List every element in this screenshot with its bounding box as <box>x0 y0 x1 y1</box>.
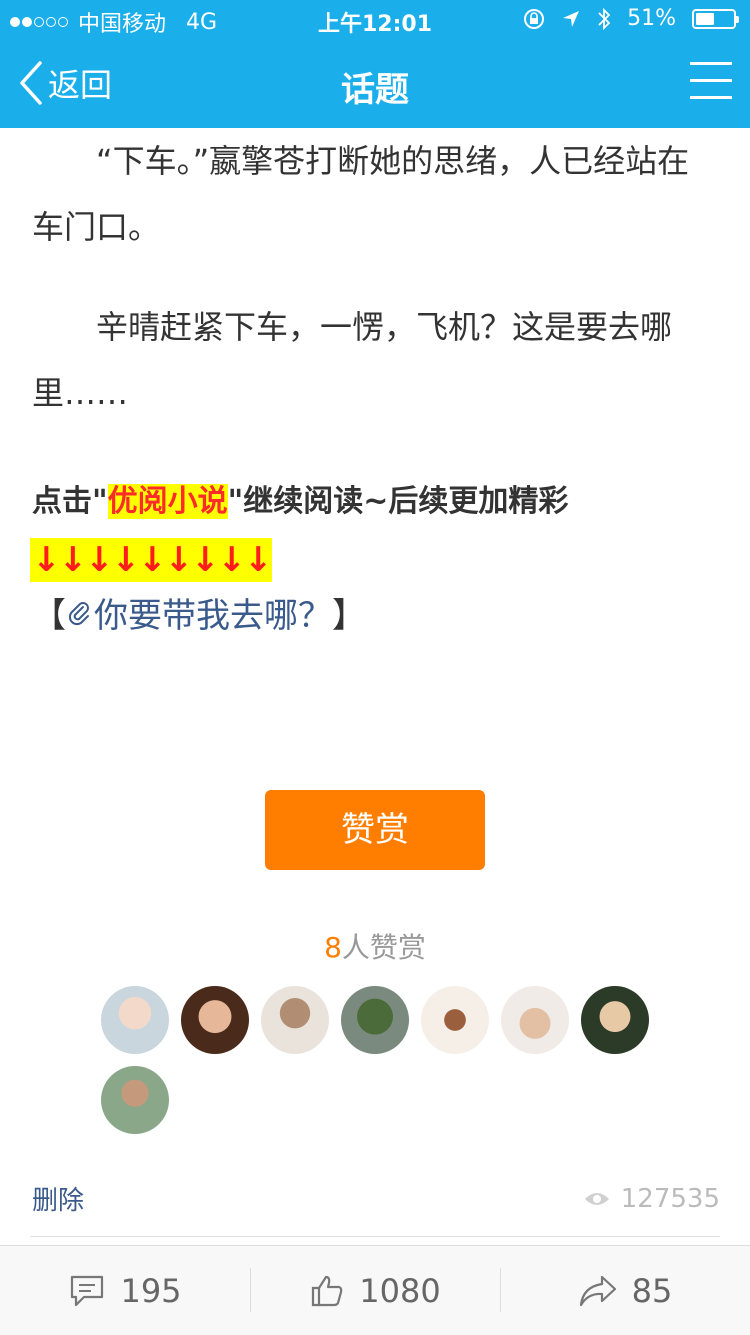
avatar[interactable] <box>341 986 409 1054</box>
thumbs-up-icon <box>312 1275 343 1306</box>
topic-content: “下车。”嬴擎苍打断她的思绪，人已经站在车门口。 辛晴赶紧下车，一愣，飞机？这是… <box>0 128 750 1245</box>
article-paragraph: 辛晴赶紧下车，一愣，飞机？这是要去哪里…… <box>32 308 673 412</box>
article-paragraph: “下车。”嬴擎苍打断她的思绪，人已经站在车门口。 <box>32 142 690 246</box>
avatar[interactable] <box>181 986 249 1054</box>
link-bracket-open: 【 <box>32 596 66 636</box>
location-icon <box>563 10 580 27</box>
share-count: 85 <box>631 1271 673 1310</box>
eye-icon <box>584 1193 609 1205</box>
battery-percent: 51% <box>627 6 676 31</box>
delete-button[interactable]: 删除 <box>32 1180 84 1217</box>
promo-highlight: 优阅小说 <box>107 484 228 519</box>
comment-icon <box>71 1275 104 1306</box>
rotation-lock-icon <box>524 8 545 29</box>
reward-count: 8人赞赏 <box>0 926 750 966</box>
link-bracket-close: 】 <box>332 596 366 636</box>
link-line: 【 你要带我去哪？ 】 <box>32 588 366 637</box>
bottom-action-bar: 195 1080 85 <box>0 1245 750 1335</box>
avatar[interactable] <box>421 986 489 1054</box>
view-count-value: 127535 <box>620 1184 720 1214</box>
like-count: 1080 <box>359 1271 441 1310</box>
link-text: 你要带我去哪？ <box>94 596 332 636</box>
reward-count-number: 8 <box>324 931 342 964</box>
avatar[interactable] <box>101 1066 169 1134</box>
nav-bar: 返回 话题 <box>0 42 750 128</box>
view-count: 127535 <box>583 1184 720 1214</box>
bluetooth-icon <box>598 7 611 30</box>
share-button[interactable]: 85 <box>500 1246 750 1335</box>
avatar[interactable] <box>101 986 169 1054</box>
avatar[interactable] <box>261 986 329 1054</box>
promo-line: 点击"优阅小说"继续阅读~后续更加精彩 <box>32 476 568 520</box>
reward-count-suffix: 人赞赏 <box>341 931 426 964</box>
down-arrows: ↓↓↓↓↓↓↓↓↓ <box>30 538 272 582</box>
avatar[interactable] <box>581 986 649 1054</box>
divider <box>30 1236 720 1237</box>
comment-count: 195 <box>120 1271 182 1310</box>
promo-prefix: 点击" <box>32 484 108 519</box>
menu-icon[interactable] <box>690 62 732 102</box>
page-title: 话题 <box>341 70 409 110</box>
reward-button[interactable]: 赞赏 <box>265 790 485 870</box>
comment-button[interactable]: 195 <box>0 1246 250 1335</box>
status-bar: 中国移动 4G 上午12:01 51% <box>0 0 750 40</box>
like-button[interactable]: 1080 <box>250 1246 500 1335</box>
battery-icon <box>692 8 739 29</box>
continue-reading-link[interactable]: 你要带我去哪？ <box>66 588 332 637</box>
promo-suffix: "继续阅读~后续更加精彩 <box>227 484 569 519</box>
top-bar: 中国移动 4G 上午12:01 51% 返回 话题 <box>0 0 750 128</box>
share-icon <box>579 1275 616 1306</box>
link-icon <box>68 601 89 625</box>
avatar[interactable] <box>501 986 569 1054</box>
